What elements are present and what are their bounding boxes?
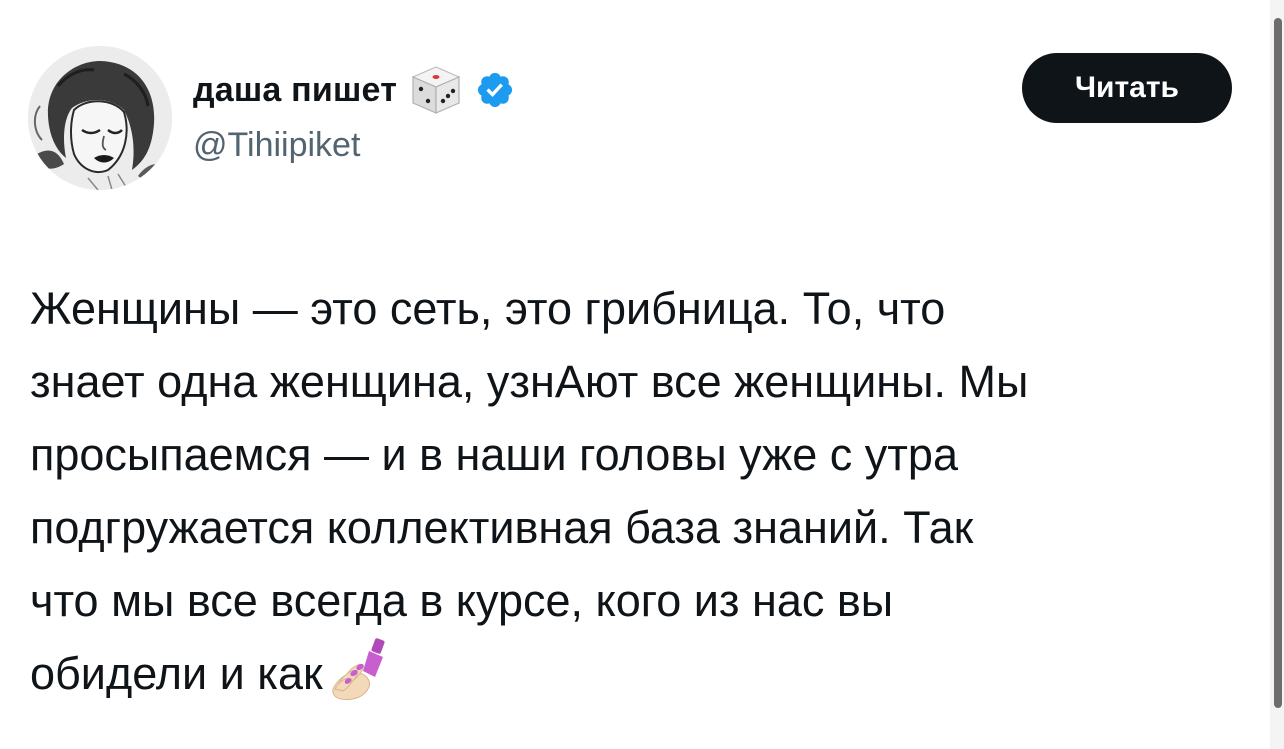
avatar-illustration-icon	[28, 46, 172, 190]
nail-polish-icon	[329, 637, 391, 703]
tweet-text-line: знает одна женщина, узнАют все женщины. …	[30, 356, 1029, 407]
author-name-row: даша пишет	[193, 60, 515, 120]
tweet-text-line: обидели и как	[30, 648, 323, 699]
avatar[interactable]	[28, 46, 172, 190]
verified-badge-icon	[475, 70, 515, 110]
tweet-text-line: Женщины — это сеть, это грибница. То, чт…	[30, 283, 946, 334]
tweet-text-line: подгружается коллективная база знаний. Т…	[30, 502, 974, 553]
tweet-text-line: что мы все всегда в курсе, кого из нас в…	[30, 575, 894, 626]
tweet-text-last-line: обидели и как	[30, 637, 1260, 710]
author-handle[interactable]: @Tihiipiket	[193, 126, 360, 165]
tweet-card: даша пишет @Tihiipiket Читать Женщины — …	[0, 0, 1284, 749]
scrollbar-thumb[interactable]	[1274, 18, 1282, 708]
tweet-text-line: просыпаемся — и в наши головы уже с утра	[30, 429, 958, 480]
follow-button[interactable]: Читать	[1022, 53, 1232, 123]
tweet-text: Женщины — это сеть, это грибница. То, чт…	[30, 272, 1260, 710]
author-display-name[interactable]: даша пишет	[193, 71, 397, 110]
scrollbar[interactable]	[1270, 0, 1284, 749]
dice-icon	[407, 61, 465, 119]
